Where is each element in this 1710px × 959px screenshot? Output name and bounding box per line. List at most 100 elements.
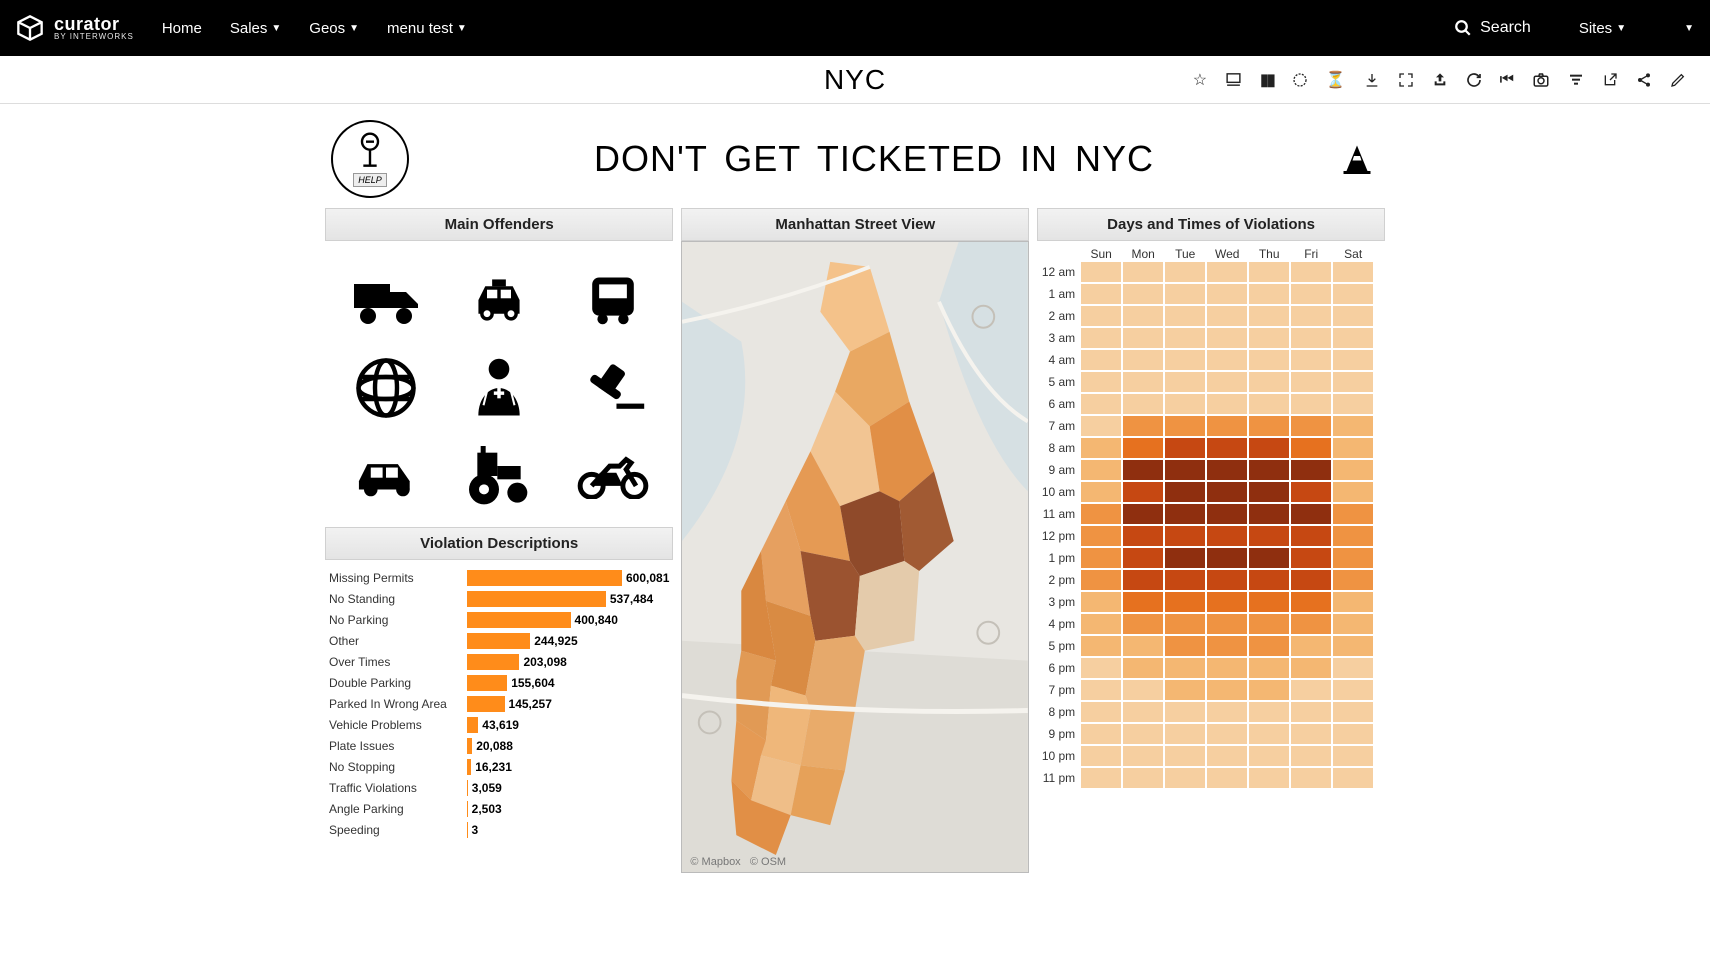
heat-cell[interactable] <box>1249 284 1289 304</box>
share-icon[interactable] <box>1636 72 1652 88</box>
heat-cell[interactable] <box>1249 724 1289 744</box>
offender-bus[interactable] <box>558 259 667 341</box>
heat-cell[interactable] <box>1123 724 1163 744</box>
map-credit-osm[interactable]: © OSM <box>750 856 786 868</box>
heat-cell[interactable] <box>1333 328 1373 348</box>
heat-cell[interactable] <box>1165 416 1205 436</box>
download-icon[interactable] <box>1364 72 1380 88</box>
heat-cell[interactable] <box>1333 592 1373 612</box>
rewind-icon[interactable]: ⏮ <box>1500 71 1514 89</box>
heat-cell[interactable] <box>1207 768 1247 788</box>
heat-cell[interactable] <box>1123 592 1163 612</box>
bar-row[interactable]: Double Parking155,604 <box>329 673 669 693</box>
heat-cell[interactable] <box>1333 306 1373 326</box>
heat-cell[interactable] <box>1081 306 1121 326</box>
heat-cell[interactable] <box>1165 372 1205 392</box>
heat-cell[interactable] <box>1123 504 1163 524</box>
fullscreen-icon[interactable] <box>1398 72 1414 88</box>
camera-icon[interactable] <box>1532 71 1550 89</box>
bar-row[interactable]: Angle Parking2,503 <box>329 799 669 819</box>
heat-cell[interactable] <box>1249 636 1289 656</box>
heat-cell[interactable] <box>1081 592 1121 612</box>
pause-icon[interactable]: ▮▮ <box>1260 70 1274 90</box>
heat-cell[interactable] <box>1123 702 1163 722</box>
heat-cell[interactable] <box>1123 614 1163 634</box>
heat-cell[interactable] <box>1165 350 1205 370</box>
heat-cell[interactable] <box>1249 350 1289 370</box>
heat-cell[interactable] <box>1081 702 1121 722</box>
heat-cell[interactable] <box>1207 284 1247 304</box>
heat-cell[interactable] <box>1291 372 1331 392</box>
heat-cell[interactable] <box>1123 262 1163 282</box>
heat-cell[interactable] <box>1207 438 1247 458</box>
heat-cell[interactable] <box>1333 702 1373 722</box>
bar-row[interactable]: Other244,925 <box>329 631 669 651</box>
heat-cell[interactable] <box>1081 284 1121 304</box>
heat-cell[interactable] <box>1207 328 1247 348</box>
heat-cell[interactable] <box>1291 702 1331 722</box>
offender-gavel[interactable] <box>558 347 667 429</box>
heat-cell[interactable] <box>1333 526 1373 546</box>
map-credit-mapbox[interactable]: © Mapbox <box>690 856 740 868</box>
brand[interactable]: curator BY INTERWORKS <box>16 14 134 42</box>
heat-cell[interactable] <box>1165 658 1205 678</box>
heat-cell[interactable] <box>1207 614 1247 634</box>
heat-cell[interactable] <box>1081 504 1121 524</box>
heat-cell[interactable] <box>1081 548 1121 568</box>
heat-cell[interactable] <box>1123 306 1163 326</box>
heat-cell[interactable] <box>1291 724 1331 744</box>
heat-cell[interactable] <box>1207 416 1247 436</box>
heat-cell[interactable] <box>1249 438 1289 458</box>
heat-cell[interactable] <box>1165 548 1205 568</box>
heat-cell[interactable] <box>1333 262 1373 282</box>
nav-geos[interactable]: Geos▼ <box>309 20 359 37</box>
nav-sites[interactable]: Sites▼ <box>1579 20 1626 37</box>
offender-car[interactable] <box>331 435 440 517</box>
heat-cell[interactable] <box>1291 438 1331 458</box>
heat-cell[interactable] <box>1333 284 1373 304</box>
heat-cell[interactable] <box>1081 416 1121 436</box>
heat-cell[interactable] <box>1333 680 1373 700</box>
heat-cell[interactable] <box>1165 262 1205 282</box>
heat-cell[interactable] <box>1333 746 1373 766</box>
heat-cell[interactable] <box>1081 460 1121 480</box>
heat-cell[interactable] <box>1165 702 1205 722</box>
nav-user-menu[interactable]: ▼ <box>1684 23 1694 34</box>
refresh-icon[interactable] <box>1292 72 1308 88</box>
heat-cell[interactable] <box>1123 438 1163 458</box>
heat-cell[interactable] <box>1123 636 1163 656</box>
heat-cell[interactable] <box>1249 614 1289 634</box>
hourglass-icon[interactable]: ⏳ <box>1326 70 1346 90</box>
heat-cell[interactable] <box>1207 372 1247 392</box>
heat-cell[interactable] <box>1081 372 1121 392</box>
heat-cell[interactable] <box>1081 526 1121 546</box>
heat-cell[interactable] <box>1249 504 1289 524</box>
heat-cell[interactable] <box>1333 350 1373 370</box>
offender-truck[interactable] <box>331 259 440 341</box>
heat-cell[interactable] <box>1291 262 1331 282</box>
bar-row[interactable]: Over Times203,098 <box>329 652 669 672</box>
nav-home[interactable]: Home <box>162 20 202 37</box>
heat-cell[interactable] <box>1081 614 1121 634</box>
heat-cell[interactable] <box>1165 768 1205 788</box>
heat-cell[interactable] <box>1123 482 1163 502</box>
heat-cell[interactable] <box>1291 768 1331 788</box>
offender-doctor[interactable] <box>444 347 553 429</box>
heat-cell[interactable] <box>1291 328 1331 348</box>
heat-cell[interactable] <box>1165 306 1205 326</box>
present-icon[interactable] <box>1225 71 1242 88</box>
heat-cell[interactable] <box>1291 592 1331 612</box>
heat-cell[interactable] <box>1207 482 1247 502</box>
heat-cell[interactable] <box>1291 460 1331 480</box>
heat-cell[interactable] <box>1081 350 1121 370</box>
heat-cell[interactable] <box>1333 724 1373 744</box>
heat-cell[interactable] <box>1291 526 1331 546</box>
heat-cell[interactable] <box>1081 724 1121 744</box>
map[interactable]: © Mapbox © OSM <box>681 241 1029 873</box>
heat-cell[interactable] <box>1249 328 1289 348</box>
heat-cell[interactable] <box>1249 658 1289 678</box>
heat-cell[interactable] <box>1333 614 1373 634</box>
heat-cell[interactable] <box>1333 416 1373 436</box>
heat-cell[interactable] <box>1249 306 1289 326</box>
bar-row[interactable]: Parked In Wrong Area145,257 <box>329 694 669 714</box>
